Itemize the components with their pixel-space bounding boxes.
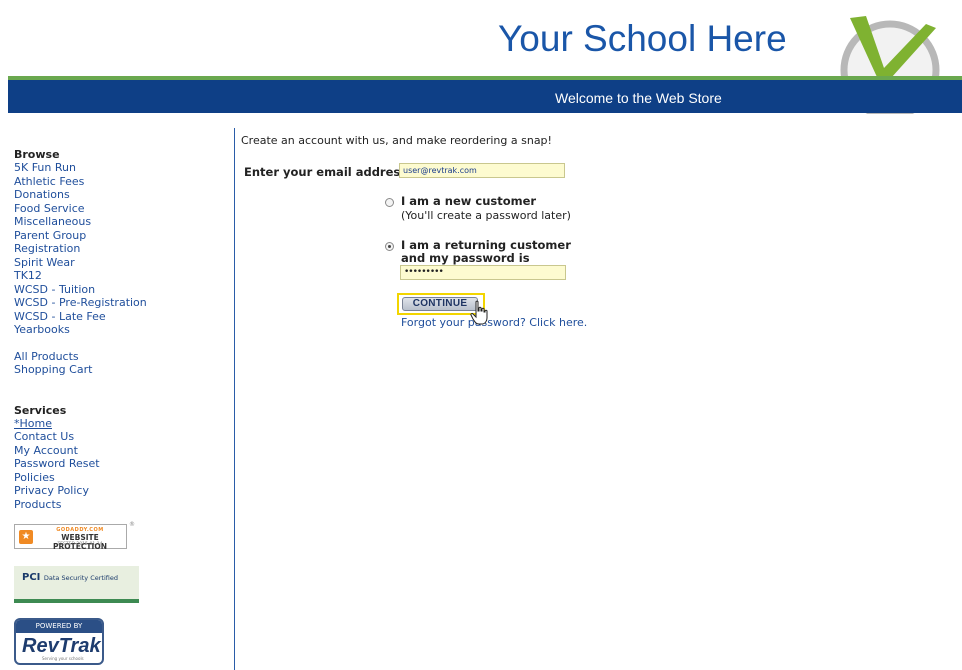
new-customer-label: I am a new customer [401, 194, 537, 208]
sidebar-item-tk12[interactable]: TK12 [14, 269, 224, 283]
godaddy-badge[interactable]: ★ GODADDY.COM WEBSITE PROTECTION TESTED … [14, 524, 127, 551]
sidebar-item-food-service[interactable]: Food Service [14, 202, 224, 216]
sidebar-item-all-products[interactable]: All Products [14, 350, 224, 364]
returning-customer-radio[interactable] [385, 242, 394, 251]
sidebar-item-contact-us[interactable]: Contact Us [14, 430, 224, 444]
revtrak-powered-by: POWERED BY [16, 620, 102, 633]
email-label: Enter your email address: [244, 165, 412, 179]
new-customer-sub: (You'll create a password later) [401, 209, 571, 222]
pci-badge-main: PCI [22, 572, 41, 583]
sidebar-item-parent-group[interactable]: Parent Group [14, 229, 224, 243]
page-title: Your School Here [498, 18, 787, 59]
welcome-banner: Welcome to the Web Store [555, 90, 722, 106]
revtrak-badge[interactable]: POWERED BY RevTrak Serving your schools [14, 618, 104, 665]
sidebar-item-spirit-wear[interactable]: Spirit Wear [14, 256, 224, 270]
new-customer-radio[interactable] [385, 198, 394, 207]
sidebar-item-registration[interactable]: Registration [14, 242, 224, 256]
sidebar-item-shopping-cart[interactable]: Shopping Cart [14, 363, 224, 377]
header-blue-bar [8, 80, 962, 113]
services-heading: Services [14, 403, 67, 417]
revtrak-tagline: Serving your schools [42, 656, 84, 661]
godaddy-badge-date: TESTED 2015-01-14 [57, 542, 103, 547]
pci-badge-text: PCI Data Security Certified [22, 572, 118, 583]
hand-cursor-icon [470, 300, 488, 325]
sidebar-item-my-account[interactable]: My Account [14, 444, 224, 458]
sidebar-item-policies[interactable]: Policies [14, 471, 224, 485]
sidebar: Browse 5K Fun Run Athletic Fees Donation… [14, 148, 224, 511]
sidebar-item-home[interactable]: *Home [14, 417, 224, 431]
intro-text: Create an account with us, and make reor… [241, 134, 552, 147]
content-divider [234, 128, 235, 670]
sidebar-item-privacy-policy[interactable]: Privacy Policy [14, 484, 224, 498]
sidebar-item-5k-fun-run[interactable]: 5K Fun Run [14, 161, 224, 175]
sidebar-item-password-reset[interactable]: Password Reset [14, 457, 224, 471]
shield-icon: ★ [19, 530, 33, 544]
sidebar-item-donations[interactable]: Donations [14, 188, 224, 202]
sidebar-item-wcsd-tuition[interactable]: WCSD - Tuition [14, 283, 224, 297]
pci-badge[interactable]: PCI Data Security Certified [14, 566, 139, 603]
email-field[interactable]: user@revtrak.com [399, 163, 565, 178]
sidebar-item-products[interactable]: Products [14, 498, 224, 512]
password-field[interactable]: ••••••••• [400, 265, 566, 280]
continue-button[interactable]: CONTINUE [402, 297, 478, 311]
browse-heading: Browse [14, 148, 60, 161]
sidebar-item-athletic-fees[interactable]: Athletic Fees [14, 175, 224, 189]
returning-customer-label-2: and my password is [401, 251, 530, 265]
sidebar-item-wcsd-pre-registration[interactable]: WCSD - Pre-Registration [14, 296, 224, 310]
revtrak-logo: RevTrak [22, 635, 101, 657]
sidebar-item-wcsd-late-fee[interactable]: WCSD - Late Fee [14, 310, 224, 324]
sidebar-item-yearbooks[interactable]: Yearbooks [14, 323, 224, 337]
pci-badge-sub: Data Security Certified [43, 574, 119, 582]
registered-mark-icon: ® [129, 521, 135, 528]
forgot-password-link[interactable]: Forgot your password? Click here. [401, 316, 587, 329]
sidebar-item-miscellaneous[interactable]: Miscellaneous [14, 215, 224, 229]
